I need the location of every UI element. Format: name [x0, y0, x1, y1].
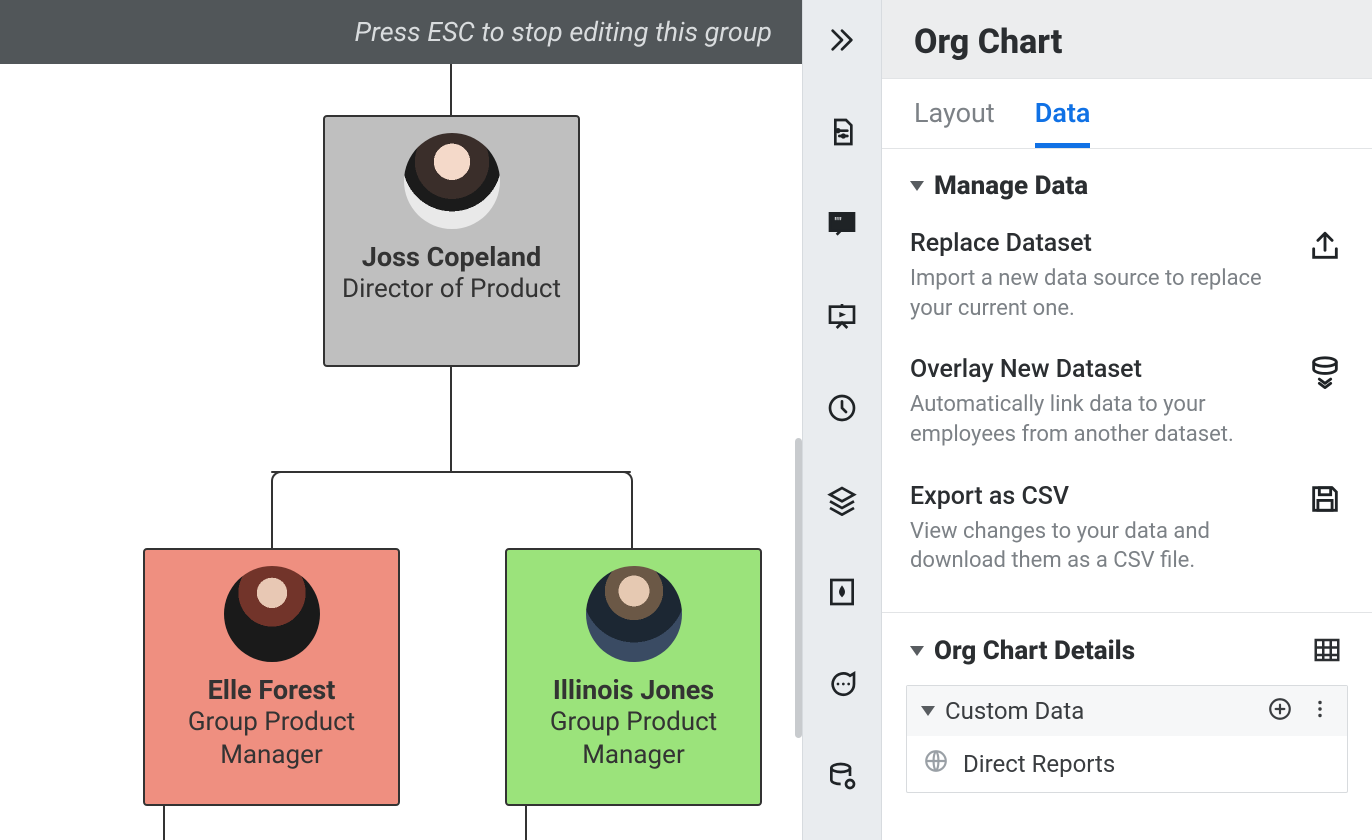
action-desc: Automatically link data to your employee… [910, 390, 1270, 449]
action-desc: View changes to your data and download t… [910, 517, 1270, 576]
direct-reports-field[interactable]: Direct Reports [907, 736, 1347, 792]
avatar [404, 133, 500, 229]
collapse-panel-icon[interactable] [824, 22, 860, 58]
export-csv-action[interactable]: Export as CSV View changes to your data … [910, 472, 1344, 598]
tab-layout[interactable]: Layout [914, 97, 995, 148]
connector-line [271, 483, 273, 548]
quote-icon[interactable]: "" [824, 206, 860, 242]
document-settings-icon[interactable] [824, 114, 860, 150]
action-desc: Import a new data source to replace your… [910, 264, 1270, 323]
action-title: Overlay New Dataset [910, 355, 1270, 384]
diagram-canvas[interactable]: Press ESC to stop editing this group Jos… [0, 0, 802, 840]
chevron-down-icon [921, 706, 935, 716]
manage-data-heading-label: Manage Data [934, 171, 1088, 201]
table-icon[interactable] [1312, 635, 1344, 667]
clock-icon[interactable] [824, 390, 860, 426]
layers-icon[interactable] [824, 482, 860, 518]
panel-tabs: Layout Data [882, 79, 1372, 149]
svg-text:"": "" [834, 216, 842, 231]
org-node-director[interactable]: Joss Copeland Director of Product [323, 115, 580, 367]
node-name: Elle Forest [145, 674, 398, 706]
scrollbar-thumb[interactable] [795, 438, 802, 738]
editing-hint-bar: Press ESC to stop editing this group [0, 0, 802, 64]
action-title: Replace Dataset [910, 229, 1270, 258]
node-title: Group Product Manager [145, 706, 398, 771]
globe-icon [923, 748, 949, 780]
connector-line [525, 806, 527, 840]
node-title: Group Product Manager [507, 706, 760, 771]
connector-line [450, 367, 452, 471]
divider [882, 612, 1372, 613]
add-icon[interactable] [1267, 696, 1293, 726]
node-name: Illinois Jones [507, 674, 760, 706]
side-toolbar: "" [802, 0, 882, 840]
orgchart-details-label: Org Chart Details [934, 636, 1135, 666]
database-layers-icon [1308, 355, 1344, 391]
orgchart-details-heading[interactable]: Org Chart Details [882, 617, 1372, 677]
tab-data[interactable]: Data [1035, 97, 1091, 148]
drop-icon[interactable] [824, 574, 860, 610]
chevron-down-icon [910, 181, 924, 191]
panel-title: Org Chart [882, 0, 1372, 79]
editing-hint-text: Press ESC to stop editing this group [355, 16, 772, 48]
chat-icon[interactable] [824, 666, 860, 702]
node-title: Director of Product [325, 273, 578, 306]
replace-dataset-action[interactable]: Replace Dataset Import a new data source… [910, 219, 1344, 345]
node-name: Joss Copeland [325, 241, 578, 273]
org-node-elle[interactable]: Elle Forest Group Product Manager [143, 548, 400, 806]
field-label: Direct Reports [963, 750, 1115, 778]
connector-line [631, 483, 633, 548]
custom-data-heading[interactable]: Custom Data [907, 686, 1347, 736]
database-link-icon[interactable] [824, 758, 860, 794]
manage-data-section: Manage Data Replace Dataset Import a new… [882, 149, 1372, 604]
avatar [224, 566, 320, 662]
presentation-icon[interactable] [824, 298, 860, 334]
overlay-dataset-action[interactable]: Overlay New Dataset Automatically link d… [910, 345, 1344, 471]
connector-line [621, 471, 633, 483]
org-node-illinois[interactable]: Illinois Jones Group Product Manager [505, 548, 762, 806]
connector-line [163, 806, 165, 840]
action-title: Export as CSV [910, 482, 1270, 511]
connector-line [271, 471, 631, 473]
custom-data-box: Custom Data Direct Reports [906, 685, 1348, 793]
save-disk-icon [1308, 482, 1344, 518]
upload-icon [1308, 229, 1344, 265]
avatar [586, 566, 682, 662]
properties-panel: Org Chart Layout Data Manage Data Replac… [882, 0, 1372, 840]
custom-data-label: Custom Data [945, 697, 1084, 725]
more-icon[interactable] [1307, 696, 1333, 726]
connector-line [450, 64, 452, 115]
manage-data-heading[interactable]: Manage Data [910, 171, 1344, 201]
chevron-down-icon [910, 646, 924, 656]
